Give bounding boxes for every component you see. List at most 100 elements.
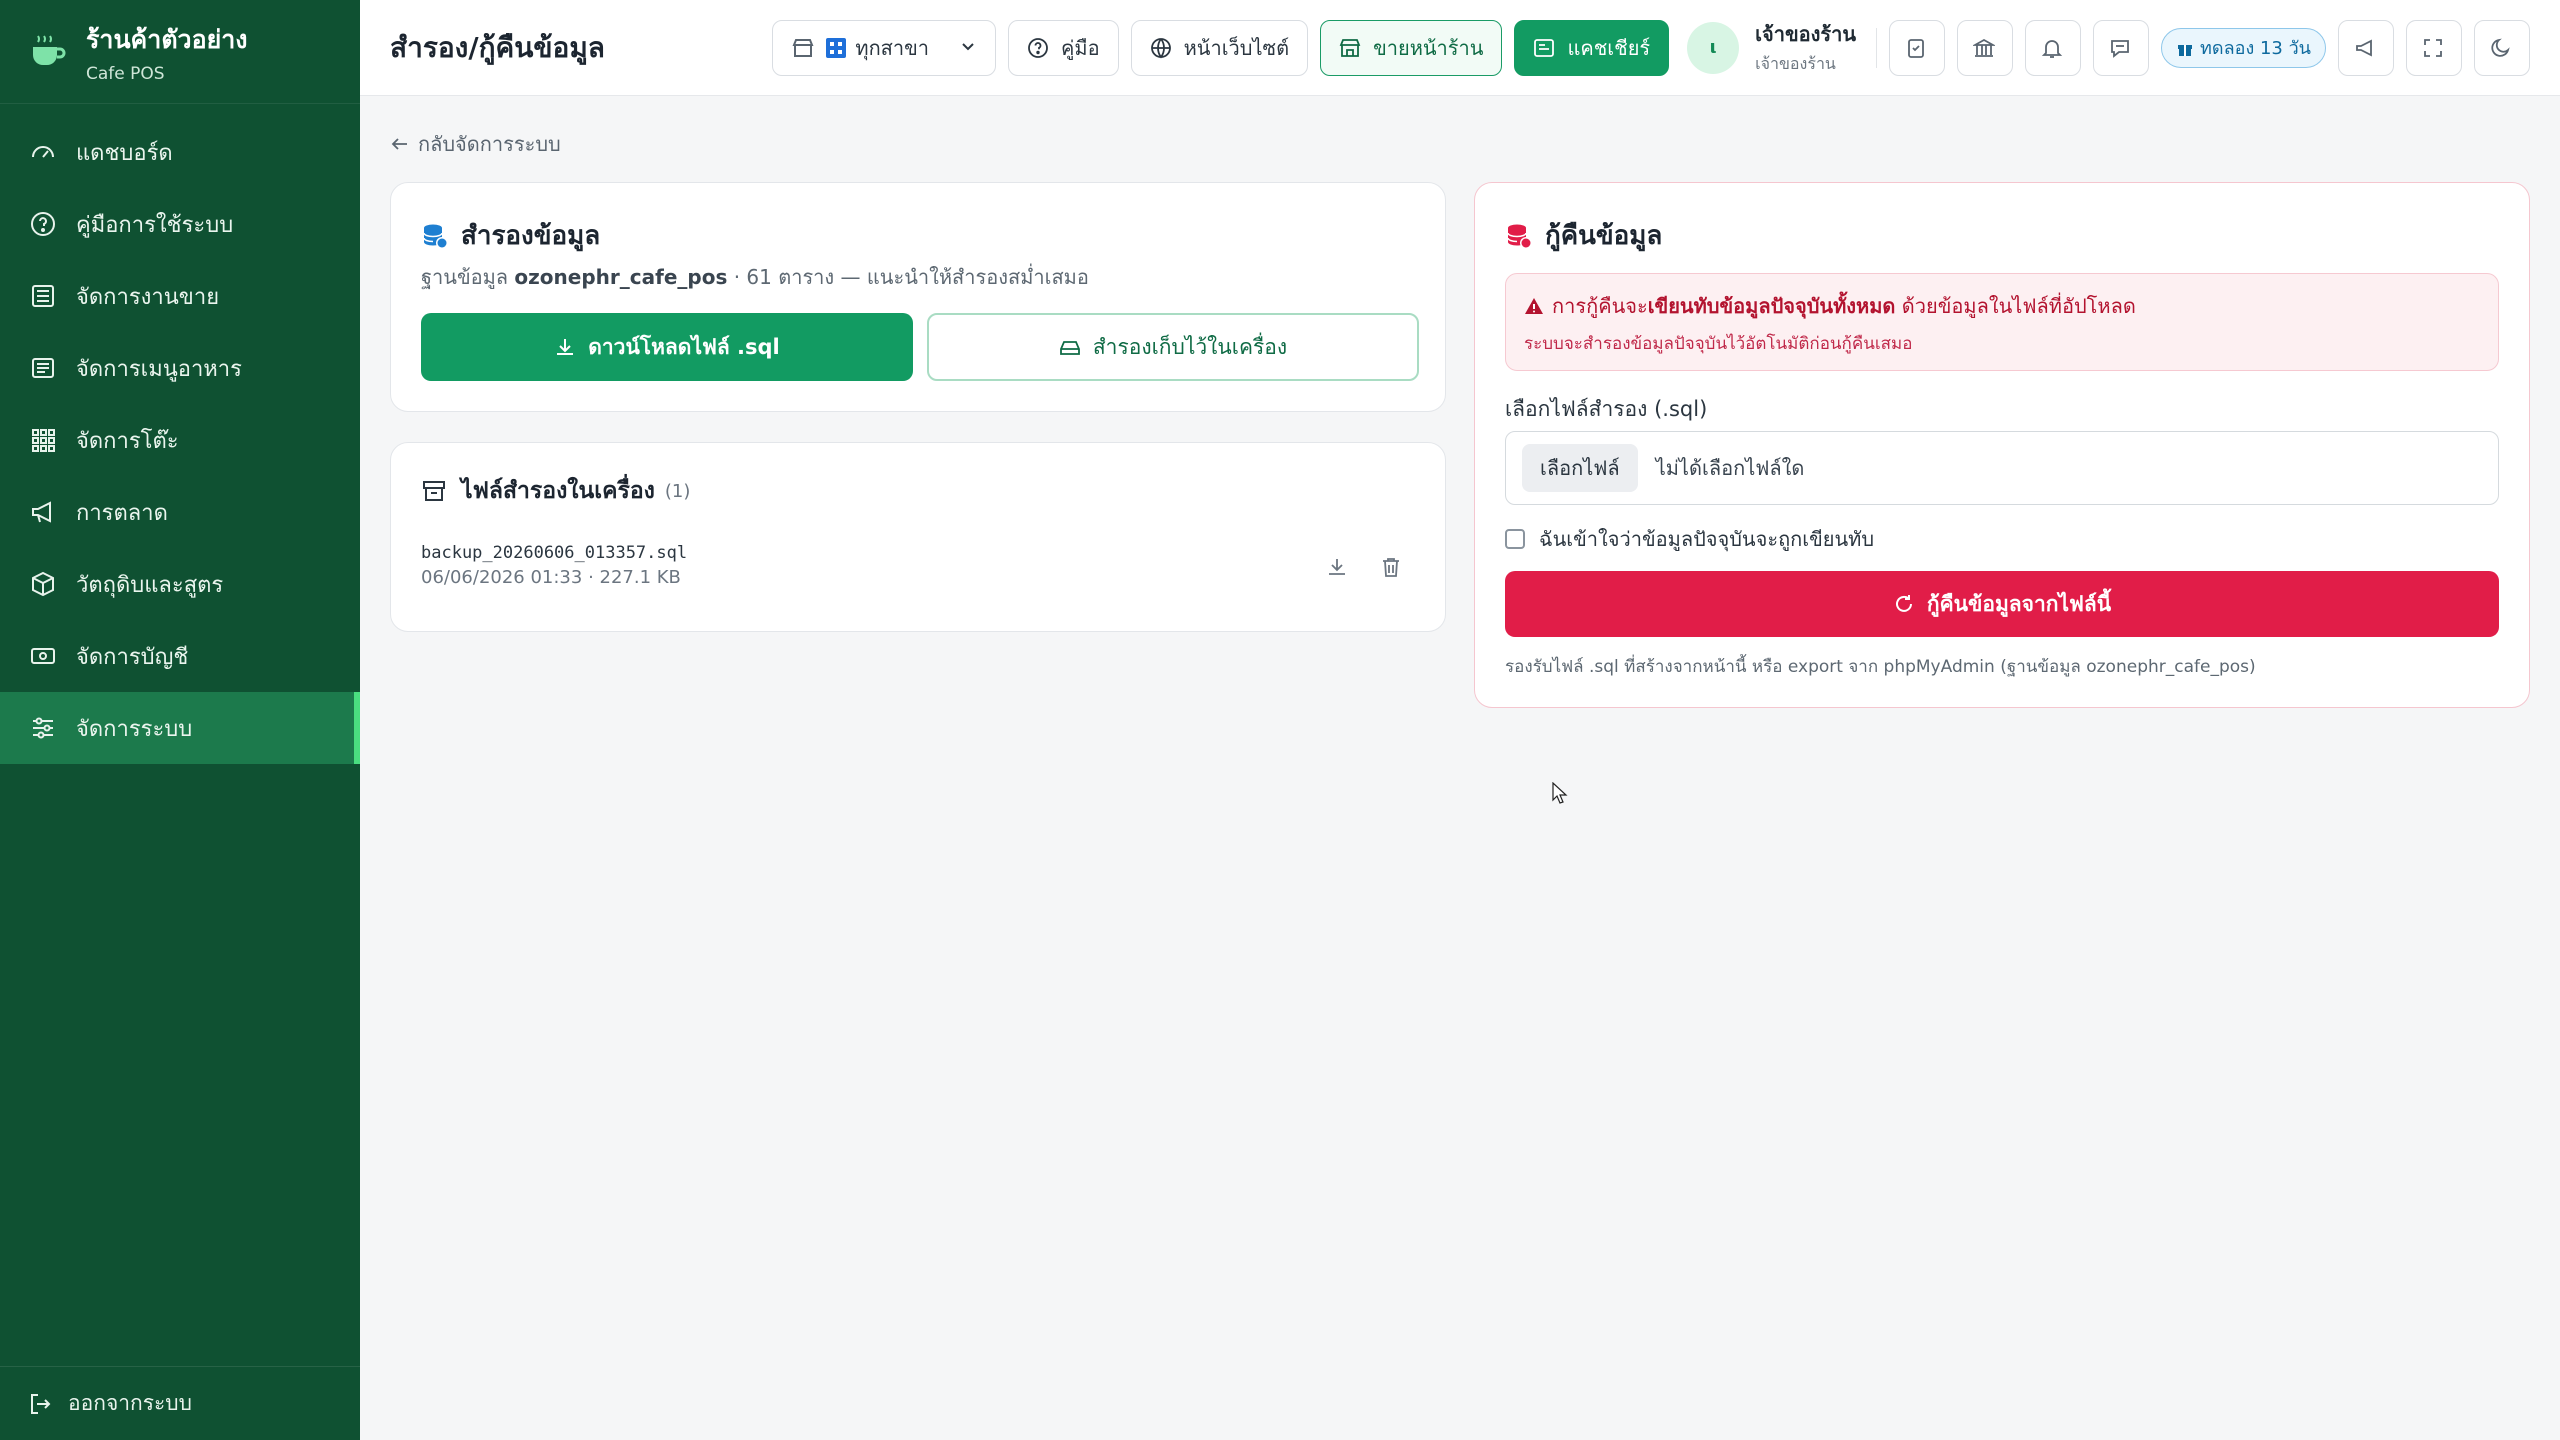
sidebar-item-sales[interactable]: จัดการงานขาย (0, 260, 360, 332)
sidebar-item-menu[interactable]: จัดการเมนูอาหาร (0, 332, 360, 404)
save-local-label: สำรองเก็บไว้ในเครื่อง (1092, 334, 1288, 359)
gauge-icon (28, 137, 58, 167)
storefront-label: ขายหน้าร้าน (1373, 35, 1484, 60)
megaphone-icon (2354, 36, 2378, 60)
notifications-button[interactable] (2025, 19, 2082, 76)
sidebar-item-ingredients[interactable]: วัตถุดิบและสูตร (0, 548, 360, 620)
back-link[interactable]: กลับจัดการระบบ (390, 128, 2530, 160)
file-meta: 06/06/2026 01:33 · 227.1 KB (421, 567, 681, 588)
globe-icon (1150, 36, 1174, 60)
website-button[interactable]: หน้าเว็บไซต์ (1130, 19, 1309, 76)
announcements-button[interactable] (2338, 19, 2394, 76)
sidebar-item-dashboard[interactable]: แดชบอร์ด (0, 116, 360, 188)
sidebar-item-marketing[interactable]: การตลาด (0, 476, 360, 548)
sidebar-item-label: คู่มือการใช้ระบบ (76, 212, 234, 238)
dark-mode-button[interactable] (2474, 19, 2530, 76)
confirm-row[interactable]: ฉันเข้าใจว่าข้อมูลปัจจุบันจะถูกเขียนทับ (1505, 523, 1874, 555)
db-meta: · 61 ตาราง — แนะนำให้สำรองสม่ำเสมอ (733, 265, 1089, 289)
sidebar-item-system[interactable]: จัดการระบบ (0, 692, 360, 764)
file-actions (1297, 553, 1405, 581)
guide-label: คู่มือ (1061, 35, 1100, 60)
orders-button[interactable] (1889, 19, 1946, 76)
sidebar-item-guide[interactable]: คู่มือการใช้ระบบ (0, 188, 360, 260)
file-select-label: เลือกไฟล์สำรอง (.sql) (1505, 397, 1708, 421)
cashier-button[interactable]: แคชเชียร์ (1514, 19, 1670, 76)
restore-title-text: กู้คืนข้อมูล (1545, 221, 1663, 251)
branch-selector[interactable]: ทุกสาขา (772, 19, 997, 76)
coffee-cup-icon (28, 32, 68, 72)
download-icon[interactable] (1323, 553, 1351, 581)
messages-button[interactable] (2093, 19, 2150, 76)
sidebar-item-label: จัดการงานขาย (76, 284, 220, 310)
main-content: กลับจัดการระบบ สำรองข้อมูล ฐานข้อมูล ozo… (360, 96, 2560, 1440)
bank-icon (1973, 36, 1997, 60)
sidebar-item-tables[interactable]: จัดการโต๊ะ (0, 404, 360, 476)
confirm-checkbox[interactable] (1505, 529, 1525, 549)
download-label: ดาวน์โหลดไฟล์ .sql (588, 334, 780, 359)
warning-bold: เขียนทับข้อมูลปัจจุบันทั้งหมด (1647, 294, 1896, 318)
help-circle-icon (1027, 36, 1051, 60)
sidebar-item-label: แดชบอร์ด (76, 140, 173, 166)
fullscreen-button[interactable] (2406, 19, 2462, 76)
choose-file-button[interactable]: เลือกไฟล์ (1522, 444, 1638, 492)
storefront-button[interactable]: ขายหน้าร้าน (1320, 19, 1503, 76)
db-name: ozonephr_cafe_pos (514, 265, 728, 289)
user-menu[interactable]: ι เจ้าของร้าน เจ้าของร้าน (1687, 18, 1856, 77)
backup-title: สำรองข้อมูล (421, 215, 600, 256)
local-files-count: (1) (664, 480, 691, 502)
warning-prefix: การกู้คืนจะ (1552, 294, 1648, 318)
sidebar-item-accounting[interactable]: จัดการบัญชี (0, 620, 360, 692)
logout-label: ออกจากระบบ (68, 1391, 192, 1415)
box-icon (28, 569, 58, 599)
trash-icon[interactable] (1377, 553, 1405, 581)
sidebar: ร้านค้าตัวอย่าง Cafe POS แดชบอร์ด คู่มือ… (0, 0, 360, 1440)
brand[interactable]: ร้านค้าตัวอย่าง Cafe POS (0, 0, 360, 104)
bank-button[interactable] (1957, 19, 2014, 76)
page-title: สำรอง/กู้คืนข้อมูล (390, 30, 605, 64)
mouse-cursor-icon (1552, 781, 1568, 810)
sliders-icon (28, 713, 58, 743)
grid-icon (28, 425, 58, 455)
logout-icon (28, 1391, 54, 1417)
storefront-icon (1339, 36, 1363, 60)
file-input[interactable]: เลือกไฟล์ ไม่ได้เลือกไฟล์ใด (1505, 431, 2499, 505)
archive-icon (421, 476, 451, 506)
restore-button[interactable]: กู้คืนข้อมูลจากไฟล์นี้ (1505, 571, 2499, 637)
warning-triangle-icon (1524, 296, 1544, 316)
gift-icon (2176, 39, 2194, 57)
download-sql-button[interactable]: ดาวน์โหลดไฟล์ .sql (421, 313, 913, 381)
moon-icon (2490, 36, 2514, 60)
user-role: เจ้าของร้าน (1755, 54, 1836, 73)
warning-text: การกู้คืนจะ เขียนทับข้อมูลปัจจุบันทั้งหมด… (1524, 290, 2480, 322)
logout-button[interactable]: ออกจากระบบ (0, 1366, 360, 1440)
arrow-left-icon (390, 134, 410, 154)
save-local-button[interactable]: สำรองเก็บไว้ในเครื่อง (927, 313, 1419, 381)
file-name: backup_20260606_013357.sql (421, 543, 688, 563)
backup-card: สำรองข้อมูล ฐานข้อมูล ozonephr_cafe_pos … (390, 182, 1446, 412)
bell-icon (2041, 36, 2065, 60)
clipboard-check-icon (1905, 36, 1929, 60)
chat-icon (2109, 36, 2133, 60)
confirm-label: ฉันเข้าใจว่าข้อมูลปัจจุบันจะถูกเขียนทับ (1539, 527, 1875, 551)
local-files-card: ไฟล์สำรองในเครื่อง (1) backup_20260606_0… (390, 442, 1446, 632)
money-icon (28, 641, 58, 671)
sidebar-item-label: จัดการเมนูอาหาร (76, 356, 242, 382)
megaphone-icon (28, 497, 58, 527)
restore-hint: รองรับไฟล์ .sql ที่สร้างจากหน้านี้ หรือ … (1505, 657, 2256, 677)
warning-subtext: ระบบจะสำรองข้อมูลปัจจุบันไว้อัตโนมัติก่อ… (1524, 334, 1913, 354)
website-label: หน้าเว็บไซต์ (1183, 35, 1290, 60)
sidebar-item-label: จัดการระบบ (76, 716, 193, 742)
trial-badge[interactable]: ทดลอง 13 วัน (2161, 27, 2326, 68)
local-files-title: ไฟล์สำรองในเครื่อง (1) (421, 473, 690, 509)
local-files-title-text: ไฟล์สำรองในเครื่อง (461, 478, 655, 504)
backup-description: ฐานข้อมูล ozonephr_cafe_pos · 61 ตาราง —… (421, 261, 1089, 293)
database-icon (421, 221, 451, 251)
divider (1876, 27, 1878, 68)
database-icon (1505, 221, 1535, 251)
register-icon (28, 281, 58, 311)
overwrite-warning: การกู้คืนจะ เขียนทับข้อมูลปัจจุบันทั้งหมด… (1505, 273, 2499, 371)
download-icon (554, 336, 576, 358)
sidebar-item-label: จัดการบัญชี (76, 644, 189, 670)
hard-drive-icon (1059, 336, 1081, 358)
guide-button[interactable]: คู่มือ (1008, 19, 1119, 76)
